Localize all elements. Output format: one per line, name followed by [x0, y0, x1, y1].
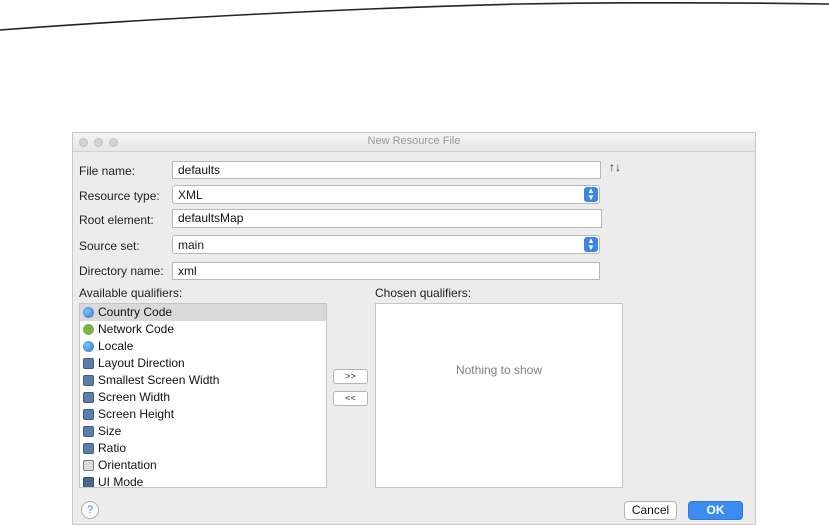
window-title: New Resource File — [367, 135, 461, 147]
chosen-qualifiers-list[interactable]: Nothing to show — [375, 303, 623, 488]
file-name-label: File name: — [79, 164, 136, 178]
list-item-screen-height[interactable]: Screen Height — [80, 406, 326, 423]
resource-type-select[interactable]: XML ▲ ▼ — [172, 185, 600, 204]
list-item-orientation[interactable]: Orientation — [80, 457, 326, 474]
list-item-label: Network Code — [98, 322, 175, 336]
list-item-smallest-screen-width[interactable]: Smallest Screen Width — [80, 372, 326, 389]
globe-icon — [83, 341, 94, 352]
file-name-field[interactable]: defaults — [172, 161, 601, 179]
page-curl-edge — [0, 2, 829, 31]
select-spinner-icon: ▲ ▼ — [584, 187, 598, 202]
source-set-label: Source set: — [79, 239, 140, 253]
list-item-label: Country Code — [98, 305, 173, 319]
list-item-locale[interactable]: Locale — [80, 338, 326, 355]
list-item-country-code[interactable]: Country Code — [80, 304, 326, 321]
network-icon — [83, 324, 94, 335]
select-spinner-icon: ▲ ▼ — [584, 237, 598, 252]
list-item-label: UI Mode — [98, 475, 144, 488]
root-element-field[interactable]: defaultsMap — [172, 209, 602, 228]
list-item-screen-width[interactable]: Screen Width — [80, 389, 326, 406]
screen-width-icon — [83, 392, 94, 403]
ratio-icon — [83, 443, 94, 454]
remove-qualifier-button[interactable]: << — [333, 391, 368, 406]
directory-name-field[interactable]: xml — [172, 262, 600, 280]
title-bar: New Resource File — [73, 133, 755, 152]
empty-state-text: Nothing to show — [455, 363, 543, 377]
list-item-label: Layout Direction — [98, 356, 185, 370]
directory-name-label: Directory name: — [79, 264, 164, 278]
source-set-value: main — [178, 238, 205, 252]
chosen-qualifiers-label: Chosen qualifiers: — [375, 286, 472, 300]
globe-icon — [83, 307, 94, 318]
list-item-size[interactable]: Size — [80, 423, 326, 440]
resource-type-value: XML — [178, 188, 203, 202]
ok-button[interactable]: OK — [688, 501, 743, 520]
help-button[interactable]: ? — [81, 501, 99, 519]
available-qualifiers-label: Available qualifiers: — [79, 286, 183, 300]
screen-height-icon — [83, 409, 94, 420]
list-item-label: Screen Height — [98, 407, 175, 421]
available-qualifiers-list[interactable]: Country Code Network Code Locale Layout … — [79, 303, 327, 488]
list-item-label: Screen Width — [98, 390, 171, 404]
list-item-ratio[interactable]: Ratio — [80, 440, 326, 457]
source-set-select[interactable]: main ▲ ▼ — [172, 235, 600, 254]
list-item-label: Size — [98, 424, 122, 438]
list-item-layout-direction[interactable]: Layout Direction — [80, 355, 326, 372]
list-item-label: Smallest Screen Width — [98, 373, 220, 387]
list-item-ui-mode[interactable]: UI Mode — [80, 474, 326, 488]
add-qualifier-button[interactable]: >> — [333, 369, 368, 384]
resource-type-label: Resource type: — [79, 189, 160, 203]
layout-direction-icon — [83, 358, 94, 369]
ui-mode-icon — [83, 477, 94, 487]
size-icon — [83, 426, 94, 437]
root-element-label: Root element: — [79, 213, 154, 227]
sort-arrows-icon[interactable]: ↑↓ — [609, 160, 621, 174]
orientation-icon — [83, 460, 94, 471]
list-item-network-code[interactable]: Network Code — [80, 321, 326, 338]
list-item-label: Orientation — [98, 458, 157, 472]
cancel-button[interactable]: Cancel — [624, 501, 677, 520]
smallest-width-icon — [83, 375, 94, 386]
new-resource-file-dialog: New Resource File File name: defaults ↑↓… — [72, 132, 756, 525]
list-item-label: Locale — [98, 339, 134, 353]
list-item-label: Ratio — [98, 441, 127, 455]
